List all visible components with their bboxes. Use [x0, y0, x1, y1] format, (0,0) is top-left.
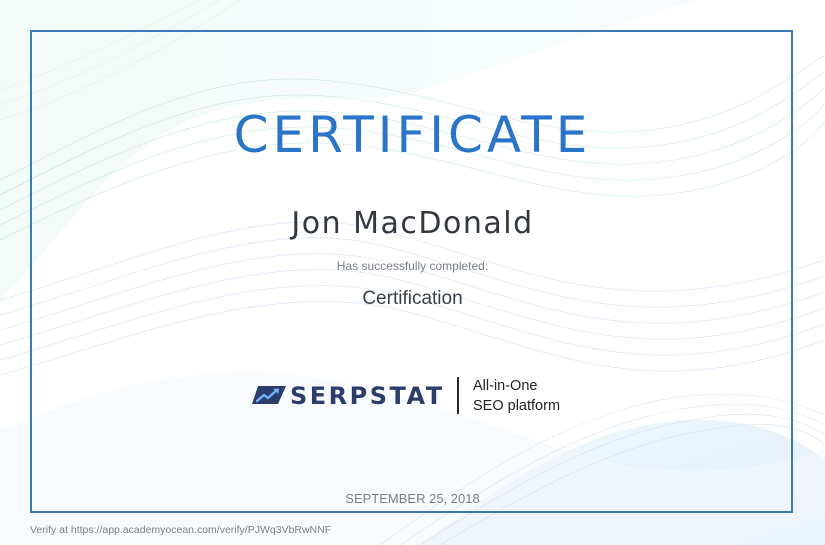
logo-divider	[457, 377, 459, 414]
serpstat-wordmark: SERPSTAT	[290, 382, 445, 410]
serpstat-logo: SERPSTAT All-in-One SEO platform	[252, 376, 582, 418]
verify-link[interactable]: https://app.academyocean.com/verify/PJWq…	[71, 524, 331, 536]
verify-prefix: Verify at	[30, 524, 71, 536]
completed-label: Has successfully completed:	[336, 259, 489, 273]
logo-tagline-line2: SEO platform	[473, 398, 561, 414]
recipient-name: Jon MacDonald	[291, 206, 534, 241]
logo-tagline: All-in-One SEO platform	[473, 376, 560, 416]
verify-line: Verify at https://app.academyocean.com/v…	[30, 523, 331, 537]
course-name: Certification	[362, 288, 463, 309]
serpstat-chart-arrow-icon	[252, 386, 286, 404]
logo-tagline-line1: All-in-One	[473, 378, 538, 394]
certificate-page: CERTIFICATE Jon MacDonald Has successful…	[0, 0, 825, 545]
certificate-title: CERTIFICATE	[233, 106, 592, 164]
certificate-date: SEPTEMBER 25, 2018	[345, 491, 480, 506]
